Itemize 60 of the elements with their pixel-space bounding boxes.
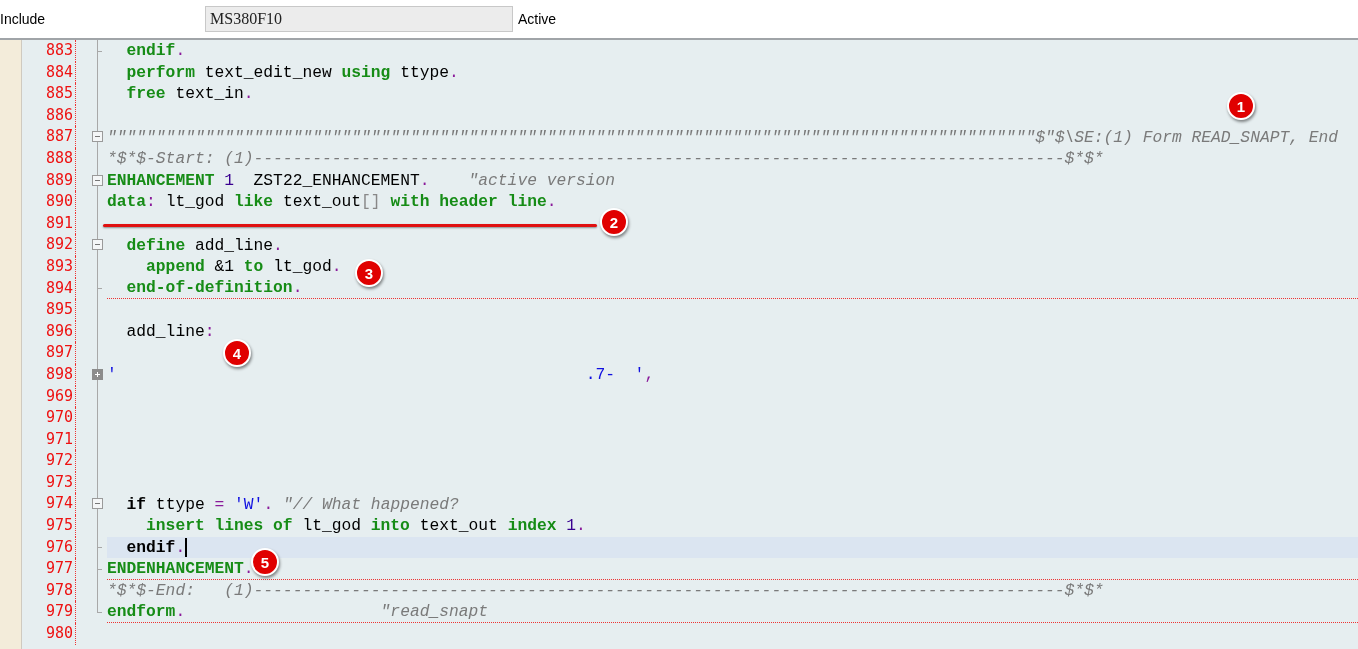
line-number: 896 <box>22 320 76 343</box>
code-line: data: lt_god like text_out[] with header line. <box>107 192 557 212</box>
line-number: 897 <box>22 342 76 364</box>
collapse-icon[interactable] <box>92 498 103 510</box>
line-number: 883 <box>22 40 76 62</box>
line-number: 898 <box>22 363 76 386</box>
line-number: 895 <box>22 299 76 321</box>
callout-marker: 2 <box>600 208 628 236</box>
line-number: 889 <box>22 169 76 192</box>
callout-marker: 5 <box>251 548 279 576</box>
code-line: ' .7- ', <box>107 365 655 385</box>
line-number: 887 <box>22 126 76 148</box>
code-line: perform text_edit_new using ttype. <box>125 62 459 82</box>
line-number: 894 <box>22 277 76 300</box>
collapse-icon[interactable] <box>92 239 103 251</box>
line-number: 884 <box>22 61 76 84</box>
line-number: 969 <box>22 385 76 408</box>
include-field[interactable]: MS380F10 <box>205 6 513 32</box>
line-number: 975 <box>22 515 76 537</box>
code-line: add_line: <box>125 322 215 341</box>
code-line: ENHANCEMENT 1 ZST22_ENHANCEMENT. "active version <box>107 170 616 190</box>
code-line: append &1 to lt_god. <box>145 257 342 277</box>
line-number: 891 <box>22 212 76 235</box>
callout-marker: 3 <box>355 259 383 287</box>
include-label: Include <box>0 11 47 27</box>
collapse-icon[interactable] <box>92 174 103 186</box>
code-line: endif. <box>125 41 186 61</box>
code-line: ENDENHANCEMENT. <box>107 559 254 579</box>
code-line: free text_in. <box>125 84 254 104</box>
line-number: 893 <box>22 255 76 278</box>
code-line: insert lines of lt_god into text_out index 1. <box>145 516 586 536</box>
code-line: end-of-definition. <box>125 278 303 298</box>
callout-marker: 1 <box>1227 92 1255 120</box>
collapse-icon[interactable] <box>92 131 103 143</box>
code-line: *$*$-End: (1)-----------------------------------------------------------------------------------$*$* <box>107 581 1104 601</box>
code-line: """""""""""""""""""""""""""""""""""""""""""""""""""""""""""""""""""""""""""""""""""""""""""""""$"$\SE:(1) Form READ_SNAPT, End <box>107 127 1339 147</box>
line-number: 980 <box>22 623 76 645</box>
code-line: endform. "read_snapt <box>107 602 489 622</box>
line-number: 972 <box>22 450 76 472</box>
line-number: 892 <box>22 234 76 256</box>
line-number: 971 <box>22 428 76 451</box>
code-line: define add_line. <box>125 235 283 255</box>
status-label: Active <box>518 11 557 27</box>
line-number: 888 <box>22 147 76 170</box>
line-number: 973 <box>22 471 76 494</box>
line-number: 977 <box>22 558 76 580</box>
line-number: 890 <box>22 191 76 213</box>
text-cursor <box>185 537 188 557</box>
code-line: endif. <box>125 537 186 557</box>
line-number: 978 <box>22 579 76 602</box>
line-number: 979 <box>22 601 76 624</box>
code-line: *$*$-Start: (1)-----------------------------------------------------------------------------------$*$* <box>107 149 1104 169</box>
line-number: 976 <box>22 536 76 559</box>
code-line: if ttype = 'W'. "// What happened? <box>125 494 459 514</box>
expand-icon[interactable] <box>92 368 103 380</box>
line-number: 886 <box>22 104 76 127</box>
callout-marker: 4 <box>223 339 251 367</box>
line-number: 970 <box>22 407 76 429</box>
line-number: 885 <box>22 83 76 105</box>
line-number: 974 <box>22 493 76 516</box>
